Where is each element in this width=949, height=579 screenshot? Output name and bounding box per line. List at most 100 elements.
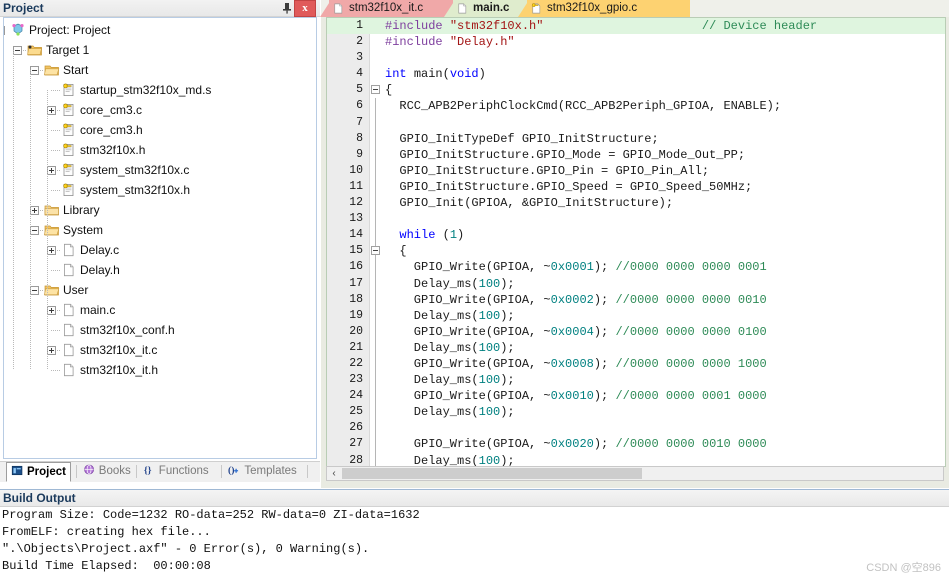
tree-collapse-icon[interactable] <box>30 226 39 235</box>
view-tab-books[interactable]: Books <box>79 462 135 481</box>
code-line[interactable]: 4 int main(void) <box>327 66 945 82</box>
tree-expand-icon[interactable] <box>47 166 56 175</box>
tree-expand-icon[interactable] <box>47 346 56 355</box>
tree-item[interactable]: startup_stm32f10x_md.s <box>4 80 316 100</box>
code-line[interactable]: 1 #include "stm32f10x.h" // Device header <box>327 18 945 35</box>
code-line[interactable]: 16 GPIO_Write(GPIOA, ~0x0001); //0000 00… <box>327 259 945 276</box>
view-tab-label: Project <box>27 466 66 478</box>
tree-collapse-icon[interactable] <box>30 286 39 295</box>
tree-item-label: main.c <box>80 303 116 317</box>
code-line[interactable]: 15 { <box>327 243 945 260</box>
tree-item[interactable]: system_stm32f10x.h <box>4 180 316 200</box>
fold-guide <box>375 404 376 421</box>
source-key-icon <box>61 103 77 117</box>
build-output-line: Program Size: Code=1232 RO-data=252 RW-d… <box>2 508 420 522</box>
pin-icon[interactable] <box>280 1 294 15</box>
tree-item[interactable]: Start <box>4 60 316 80</box>
tree-collapse-icon[interactable] <box>4 26 5 35</box>
editor-tab-stm32f10x_gpio-c[interactable]: stm32f10x_gpio.c <box>527 0 690 17</box>
tree-item-label: Project: Project <box>29 23 111 37</box>
code-line[interactable]: 14 while (1) <box>327 227 945 244</box>
line-number: 7 <box>356 115 363 129</box>
code-line[interactable]: 5{ <box>327 82 945 98</box>
fold-collapse-icon[interactable] <box>371 85 380 95</box>
code-line[interactable]: 9 GPIO_InitStructure.GPIO_Mode = GPIO_Mo… <box>327 146 945 163</box>
project-view-tabs[interactable]: Project Books {} Functions () Templates <box>0 461 320 482</box>
tree-item[interactable]: main.c <box>4 300 316 320</box>
source-key-icon <box>61 143 77 157</box>
code-line[interactable]: 26 <box>327 420 945 437</box>
tree-item[interactable]: system_stm32f10x.c <box>4 160 316 180</box>
tree-item[interactable]: stm32f10x_it.c <box>4 340 316 360</box>
code-line[interactable]: 17 Delay_ms(100); <box>327 275 945 292</box>
functions-icon: {} <box>143 463 156 483</box>
scroll-left-arrow[interactable]: ‹ <box>327 467 341 480</box>
tree-connector <box>51 90 61 91</box>
tree-item-label: core_cm3.c <box>80 103 143 117</box>
tree-item[interactable]: core_cm3.h <box>4 120 316 140</box>
code-editor[interactable]: 1 #include "stm32f10x.h" // Device header… <box>326 17 946 467</box>
code-line[interactable]: 6 RCC_APB2PeriphClockCmd(RCC_APB2Periph_… <box>327 98 945 115</box>
tree-expand-icon[interactable] <box>30 206 39 215</box>
tree-item[interactable]: Target 1 <box>4 40 316 60</box>
tree-expand-icon[interactable] <box>47 106 56 115</box>
tree-item[interactable]: Delay.h <box>4 260 316 280</box>
editor-tabbar[interactable]: stm32f10x_it.c main.c stm32f10x_gpio.c <box>320 0 949 18</box>
tree-item-label: core_cm3.h <box>80 123 143 137</box>
code-text: GPIO_InitStructure.GPIO_Mode = GPIO_Mode… <box>385 147 746 162</box>
code-line[interactable]: 10 GPIO_InitStructure.GPIO_Pin = GPIO_Pi… <box>327 162 945 179</box>
build-output-body[interactable]: Program Size: Code=1232 RO-data=252 RW-d… <box>0 507 949 579</box>
view-tab-project[interactable]: Project <box>6 462 71 482</box>
code-line[interactable]: 20 GPIO_Write(GPIOA, ~0x0004); //0000 00… <box>327 323 945 340</box>
code-line[interactable]: 21 Delay_ms(100); <box>327 339 945 356</box>
tree-expand-icon[interactable] <box>47 306 56 315</box>
view-tab-templates[interactable]: () Templates <box>224 462 300 481</box>
line-number: 12 <box>349 196 363 210</box>
tree-expand-icon[interactable] <box>47 246 56 255</box>
tree-item[interactable]: System <box>4 220 316 240</box>
scrollbar-thumb[interactable] <box>342 468 642 479</box>
code-line[interactable]: 24 GPIO_Write(GPIOA, ~0x0010); //0000 00… <box>327 388 945 405</box>
file-icon <box>61 303 77 317</box>
fold-guide <box>375 114 376 131</box>
tree-item[interactable]: stm32f10x_it.h <box>4 360 316 380</box>
tree-item[interactable]: Delay.c <box>4 240 316 260</box>
code-line[interactable]: 8 GPIO_InitTypeDef GPIO_InitStructure; <box>327 130 945 147</box>
source-key-icon <box>61 123 77 137</box>
tree-collapse-icon[interactable] <box>30 66 39 75</box>
code-line[interactable]: 27 GPIO_Write(GPIOA, ~0x0020); //0000 00… <box>327 436 945 453</box>
tree-item[interactable]: User <box>4 280 316 300</box>
code-line[interactable]: 12 GPIO_Init(GPIOA, &GPIO_InitStructure)… <box>327 195 945 212</box>
tree-item[interactable]: stm32f10x.h <box>4 140 316 160</box>
fold-guide <box>375 372 376 389</box>
code-line[interactable]: 13 <box>327 211 945 228</box>
code-line[interactable]: 2 #include "Delay.h" <box>327 34 945 50</box>
code-line[interactable]: 11 GPIO_InitStructure.GPIO_Speed = GPIO_… <box>327 178 945 196</box>
view-tab-functions[interactable]: {} Functions <box>139 462 213 481</box>
source-key-icon <box>61 183 77 197</box>
view-tab-separator <box>307 465 308 478</box>
close-icon[interactable]: x <box>294 0 316 17</box>
code-line[interactable]: 28 Delay_ms(100); <box>327 452 945 466</box>
code-text: GPIO_Write(GPIOA, ~0x0020); //0000 0000 … <box>385 437 767 452</box>
code-line[interactable]: 25 Delay_ms(100); <box>327 404 945 421</box>
code-line[interactable]: 23 Delay_ms(100); <box>327 372 945 389</box>
fold-collapse-icon[interactable] <box>371 246 380 256</box>
tree-item[interactable]: core_cm3.c <box>4 100 316 120</box>
code-line[interactable]: 18 GPIO_Write(GPIOA, ~0x0002); //0000 00… <box>327 291 945 308</box>
tree-item[interactable]: Library <box>4 200 316 220</box>
editor-area: stm32f10x_it.c main.c stm32f10x_gpio.c 1 #i… <box>320 0 949 488</box>
line-number: 2 <box>356 35 363 49</box>
code-line[interactable]: 7 <box>327 114 945 131</box>
tree-item[interactable]: Project: Project <box>4 20 316 40</box>
code-lines[interactable]: 1 #include "stm32f10x.h" // Device header… <box>327 18 945 466</box>
code-line[interactable]: 3 <box>327 50 945 66</box>
project-tree[interactable]: Project: Project Target 1 Start startup_stm… <box>3 17 317 459</box>
tree-collapse-icon[interactable] <box>13 46 22 55</box>
editor-horizontal-scrollbar[interactable]: ‹ <box>326 466 944 481</box>
tree-connector <box>51 270 61 271</box>
tree-item[interactable]: stm32f10x_conf.h <box>4 320 316 340</box>
code-line[interactable]: 19 Delay_ms(100); <box>327 307 945 324</box>
fold-guide <box>375 227 376 244</box>
code-line[interactable]: 22 GPIO_Write(GPIOA, ~0x0008); //0000 00… <box>327 355 945 373</box>
